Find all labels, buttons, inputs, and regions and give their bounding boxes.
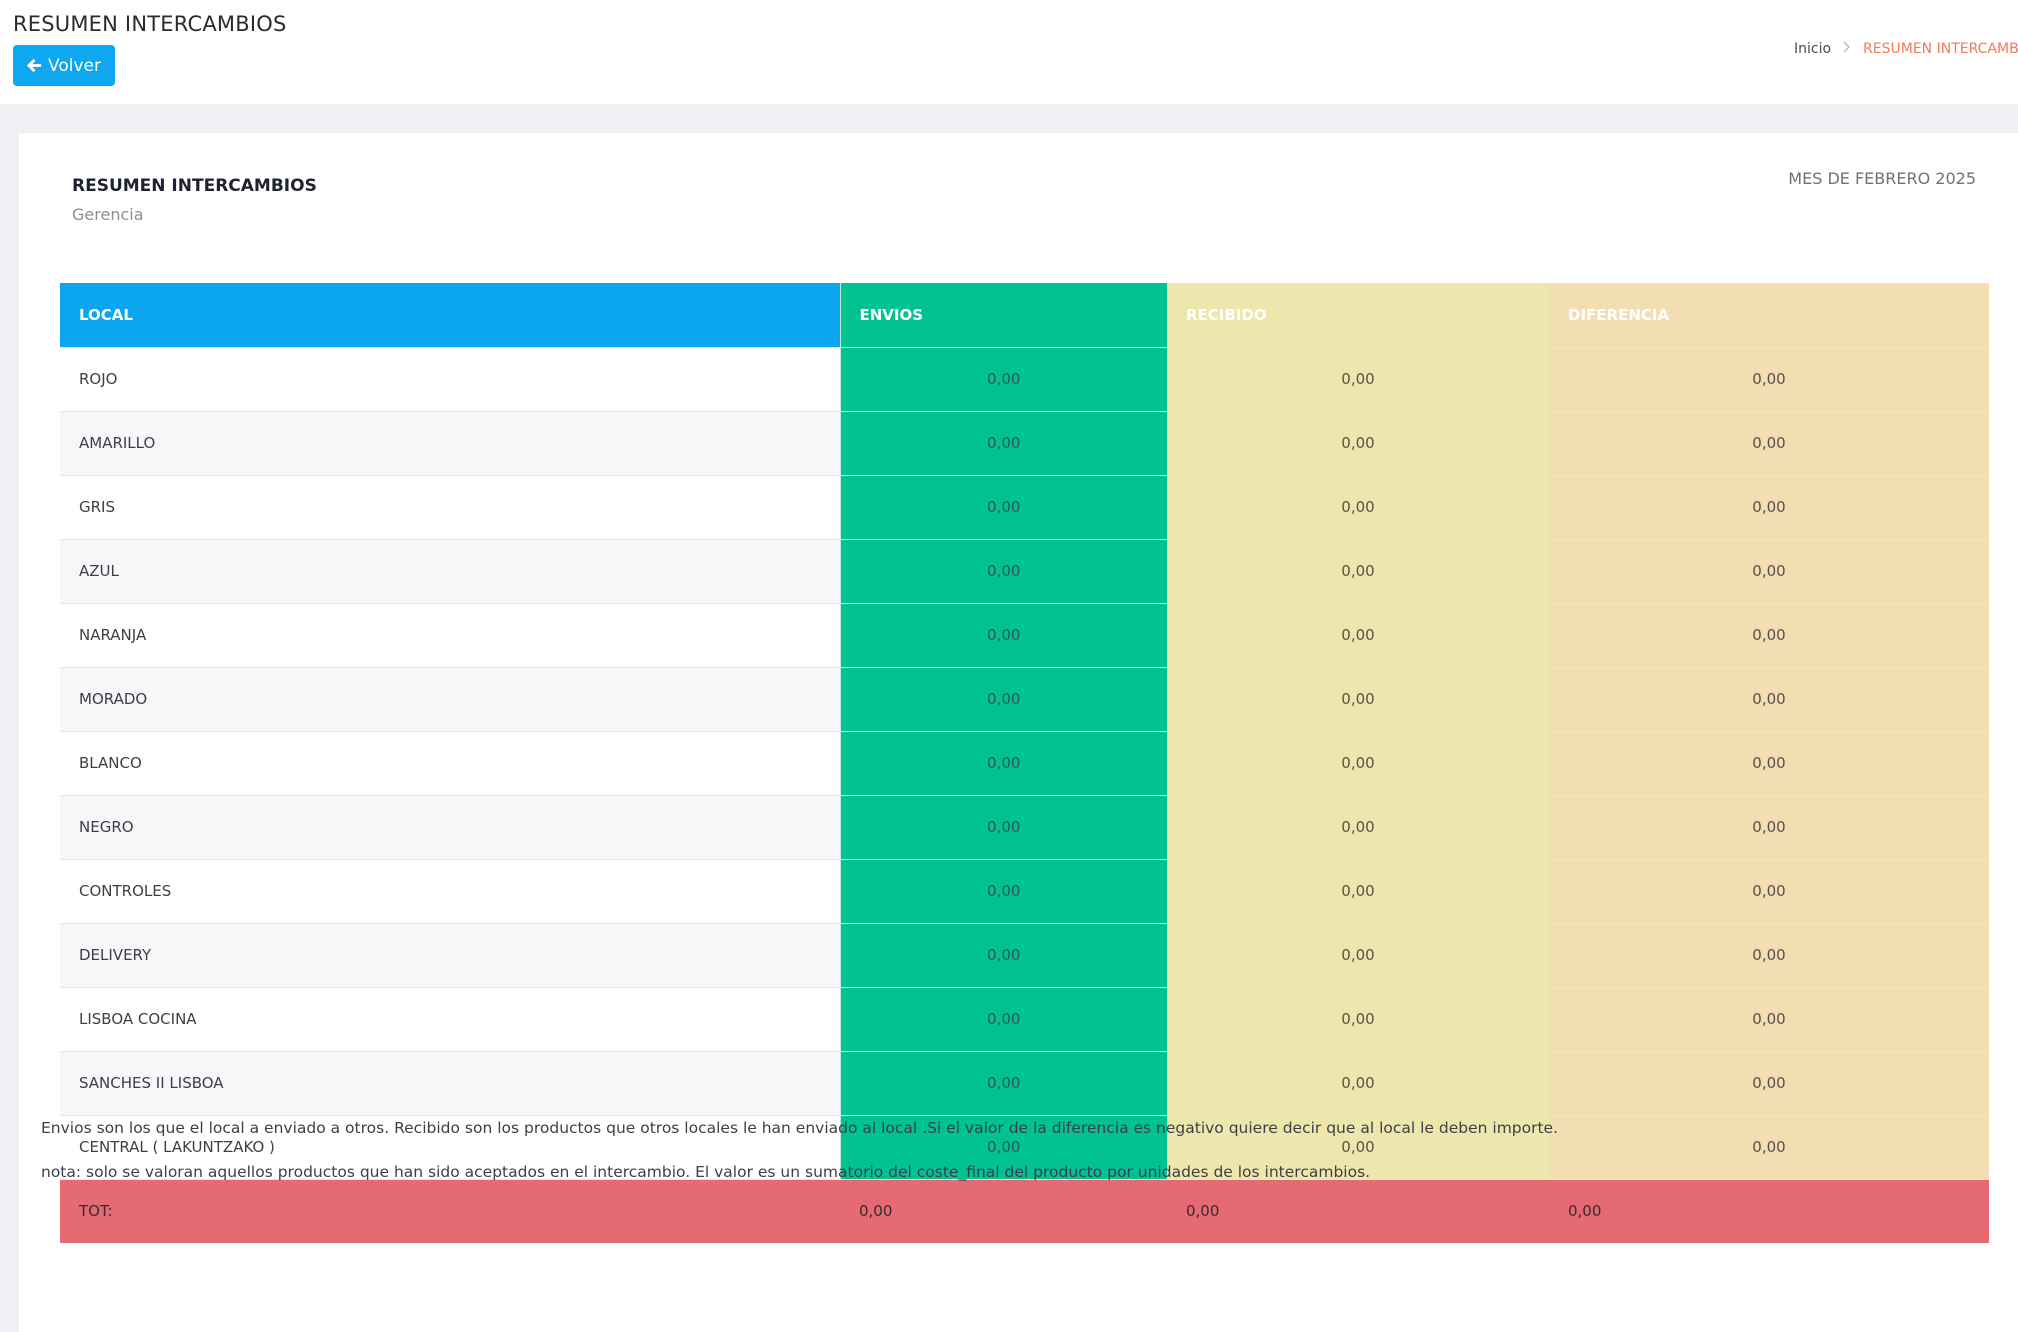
- cell-diferencia: 0,00: [1549, 539, 1989, 604]
- total-diferencia: 0,00: [1549, 1179, 1989, 1243]
- cell-diferencia: 0,00: [1549, 795, 1989, 860]
- cell-local: SANCHES II LISBOA: [60, 1051, 840, 1116]
- cell-envios: 0,00: [839, 731, 1167, 796]
- table-row: AMARILLO 0,00 0,00 0,00: [60, 411, 1989, 476]
- total-label: TOT:: [60, 1179, 840, 1243]
- cell-recibido: 0,00: [1167, 603, 1549, 668]
- column-header-envios[interactable]: ENVIOS: [839, 283, 1167, 348]
- card-subtitle: Gerencia: [72, 205, 144, 224]
- cell-envios: 0,00: [839, 667, 1167, 732]
- cell-recibido: 0,00: [1167, 1051, 1549, 1116]
- cell-diferencia: 0,00: [1549, 731, 1989, 796]
- cell-diferencia: 0,00: [1549, 411, 1989, 476]
- cell-envios: 0,00: [839, 1051, 1167, 1116]
- card-title: RESUMEN INTERCAMBIOS: [72, 176, 317, 196]
- table-header-row: LOCAL ENVIOS RECIBIDO DIFERENCIA: [60, 283, 1989, 348]
- column-header-diferencia[interactable]: DIFERENCIA: [1549, 283, 1989, 348]
- cell-recibido: 0,00: [1167, 539, 1549, 604]
- cell-recibido: 0,00: [1167, 411, 1549, 476]
- cell-local: ROJO: [60, 347, 840, 412]
- cell-recibido: 0,00: [1167, 475, 1549, 540]
- arrow-left-icon: [27, 58, 42, 73]
- back-button[interactable]: Volver: [13, 45, 115, 86]
- summary-card: RESUMEN INTERCAMBIOS Gerencia MES DE FEB…: [19, 133, 2018, 1332]
- column-header-local[interactable]: LOCAL: [60, 283, 840, 348]
- cell-local: AZUL: [60, 539, 840, 604]
- cell-diferencia: 0,00: [1549, 1051, 1989, 1116]
- cell-diferencia: 0,00: [1549, 1115, 1989, 1180]
- cell-envios: 0,00: [839, 603, 1167, 668]
- table-row: CONTROLES 0,00 0,00 0,00: [60, 859, 1989, 924]
- cell-local: NARANJA: [60, 603, 840, 668]
- cell-local: NEGRO: [60, 795, 840, 860]
- table-row: GRIS 0,00 0,00 0,00: [60, 475, 1989, 540]
- table-row: NARANJA 0,00 0,00 0,00: [60, 603, 1989, 668]
- cell-envios: 0,00: [839, 859, 1167, 924]
- page-title: RESUMEN INTERCAMBIOS: [13, 12, 287, 36]
- cell-diferencia: 0,00: [1549, 923, 1989, 988]
- table-row: AZUL 0,00 0,00 0,00: [60, 539, 1989, 604]
- cell-local: MORADO: [60, 667, 840, 732]
- cell-recibido: 0,00: [1167, 347, 1549, 412]
- table-row: DELIVERY 0,00 0,00 0,00: [60, 923, 1989, 988]
- valuation-note: nota: solo se valoran aquellos productos…: [41, 1163, 1371, 1181]
- top-bar: RESUMEN INTERCAMBIOS Volver Inicio RESUM…: [0, 0, 2018, 104]
- cell-recibido: 0,00: [1167, 667, 1549, 732]
- chevron-right-icon: [1843, 41, 1851, 57]
- table-row: MORADO 0,00 0,00 0,00: [60, 667, 1989, 732]
- table-row: ROJO 0,00 0,00 0,00: [60, 347, 1989, 412]
- cell-envios: 0,00: [839, 795, 1167, 860]
- cell-recibido: 0,00: [1167, 987, 1549, 1052]
- table-row: BLANCO 0,00 0,00 0,00: [60, 731, 1989, 796]
- cell-local: BLANCO: [60, 731, 840, 796]
- cell-local: DELIVERY: [60, 923, 840, 988]
- cell-envios: 0,00: [839, 539, 1167, 604]
- cell-diferencia: 0,00: [1549, 987, 1989, 1052]
- cell-recibido: 0,00: [1167, 923, 1549, 988]
- cell-envios: 0,00: [839, 475, 1167, 540]
- cell-diferencia: 0,00: [1549, 667, 1989, 732]
- cell-envios: 0,00: [839, 987, 1167, 1052]
- cell-recibido: 0,00: [1167, 795, 1549, 860]
- total-row: TOT: 0,00 0,00 0,00: [60, 1179, 1989, 1243]
- exchange-summary-table: LOCAL ENVIOS RECIBIDO DIFERENCIA ROJO 0,0…: [60, 283, 1989, 1243]
- explanation-note: Envios son los que el local a enviado a …: [41, 1119, 1559, 1137]
- cell-recibido: 0,00: [1167, 859, 1549, 924]
- cell-local: CONTROLES: [60, 859, 840, 924]
- total-recibido: 0,00: [1167, 1179, 1549, 1243]
- cell-diferencia: 0,00: [1549, 475, 1989, 540]
- back-button-label: Volver: [48, 55, 101, 76]
- table-row: LISBOA COCINA 0,00 0,00 0,00: [60, 987, 1989, 1052]
- cell-envios: 0,00: [839, 411, 1167, 476]
- breadcrumb-home[interactable]: Inicio: [1794, 41, 1831, 57]
- cell-diferencia: 0,00: [1549, 603, 1989, 668]
- table-row: NEGRO 0,00 0,00 0,00: [60, 795, 1989, 860]
- cell-local: AMARILLO: [60, 411, 840, 476]
- table-row: SANCHES II LISBOA 0,00 0,00 0,00: [60, 1051, 1989, 1116]
- cell-local: GRIS: [60, 475, 840, 540]
- cell-diferencia: 0,00: [1549, 347, 1989, 412]
- total-envios: 0,00: [840, 1179, 1167, 1243]
- cell-diferencia: 0,00: [1549, 859, 1989, 924]
- column-header-recibido[interactable]: RECIBIDO: [1167, 283, 1549, 348]
- cell-envios: 0,00: [839, 923, 1167, 988]
- cell-recibido: 0,00: [1167, 731, 1549, 796]
- breadcrumb: Inicio RESUMEN INTERCAMBIOS: [1794, 41, 2018, 57]
- cell-envios: 0,00: [839, 347, 1167, 412]
- cell-local: LISBOA COCINA: [60, 987, 840, 1052]
- breadcrumb-current: RESUMEN INTERCAMBIOS: [1863, 41, 2018, 57]
- period-label: MES DE FEBRERO 2025: [1788, 169, 1976, 188]
